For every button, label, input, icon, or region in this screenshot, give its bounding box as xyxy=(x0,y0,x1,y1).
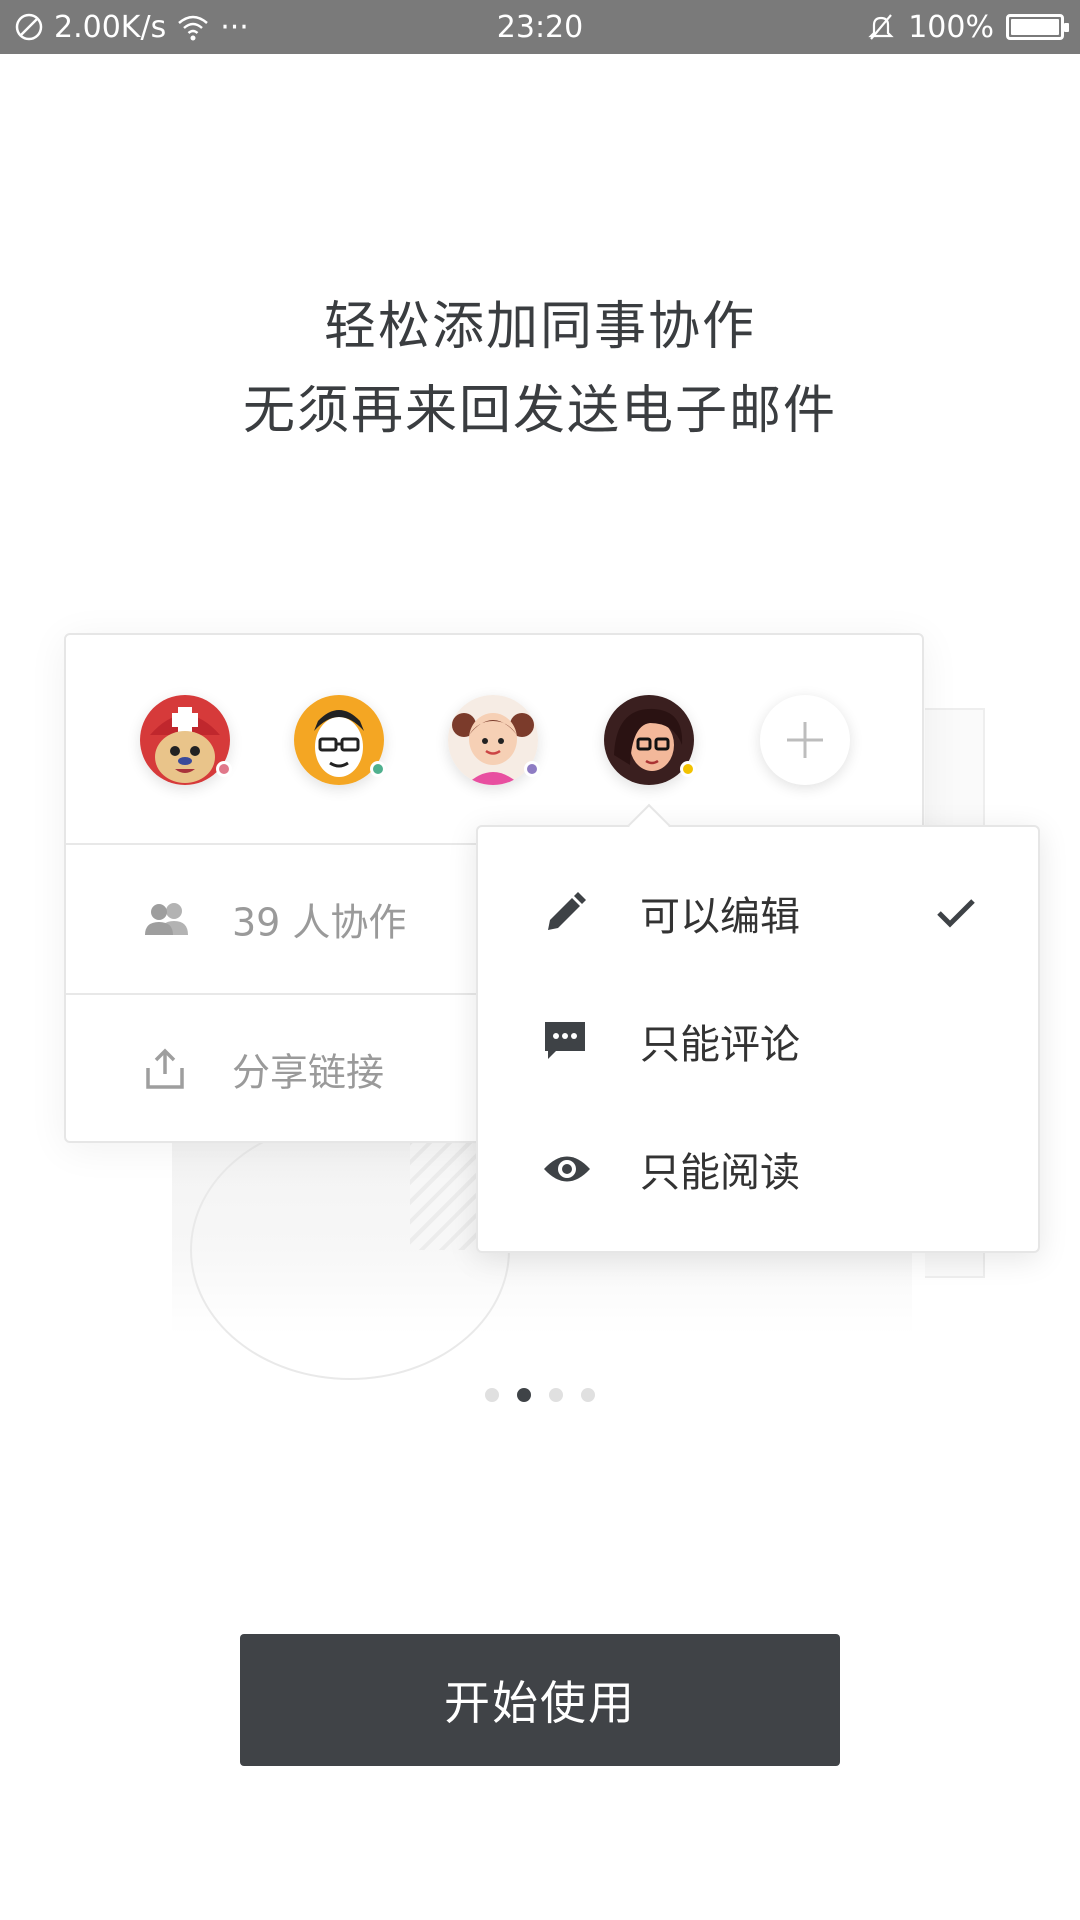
bell-off-icon xyxy=(868,14,894,40)
permission-option-comment[interactable]: 只能评论 xyxy=(478,977,1042,1105)
status-bar: 2.00K/s ··· 23:20 100% xyxy=(0,0,1080,54)
avatar-dark-hair-glasses[interactable] xyxy=(604,695,696,785)
permission-option-label: 只能阅读 xyxy=(640,1150,800,1196)
permission-option-edit[interactable]: 可以编辑 xyxy=(478,849,1042,977)
pencil-icon xyxy=(548,892,586,930)
page-dot xyxy=(581,1388,595,1402)
page-indicator xyxy=(0,1388,1080,1402)
avatar-chopper[interactable] xyxy=(140,695,232,785)
people-icon xyxy=(145,903,188,935)
status-dot xyxy=(524,761,540,777)
plus-icon xyxy=(787,722,823,758)
collaborators-count: 39 人协作 xyxy=(232,900,407,945)
comment-icon xyxy=(545,1022,585,1059)
avatar-glasses-man[interactable] xyxy=(294,695,386,785)
start-button[interactable]: 开始使用 xyxy=(240,1634,840,1766)
page-dot xyxy=(549,1388,563,1402)
check-icon xyxy=(937,899,975,928)
status-right: 100% xyxy=(866,0,1069,54)
permission-option-read[interactable]: 只能阅读 xyxy=(478,1105,1042,1233)
add-collaborator-button[interactable] xyxy=(760,695,850,785)
headline-line2: 无须再来回发送电子邮件 xyxy=(242,381,837,441)
avatar-pigtails-girl[interactable] xyxy=(448,695,540,785)
share-icon xyxy=(146,1048,184,1089)
eye-icon xyxy=(544,1156,590,1182)
page-dot xyxy=(517,1388,531,1402)
battery-percent: 100% xyxy=(908,9,994,45)
permission-menu: 可以编辑 只能评论 只能阅读 xyxy=(476,825,1040,1253)
status-dot xyxy=(216,761,232,777)
clock: 23:20 xyxy=(496,9,584,45)
page-dot xyxy=(485,1388,499,1402)
permission-option-label: 可以编辑 xyxy=(640,894,800,940)
permission-option-label: 只能评论 xyxy=(640,1022,800,1068)
status-dot xyxy=(680,761,696,777)
battery-icon xyxy=(1006,14,1069,40)
avatar-row xyxy=(66,635,926,845)
share-link-label: 分享链接 xyxy=(232,1050,385,1095)
status-dot xyxy=(370,761,386,777)
headline-line1: 轻松添加同事协作 xyxy=(323,297,756,357)
